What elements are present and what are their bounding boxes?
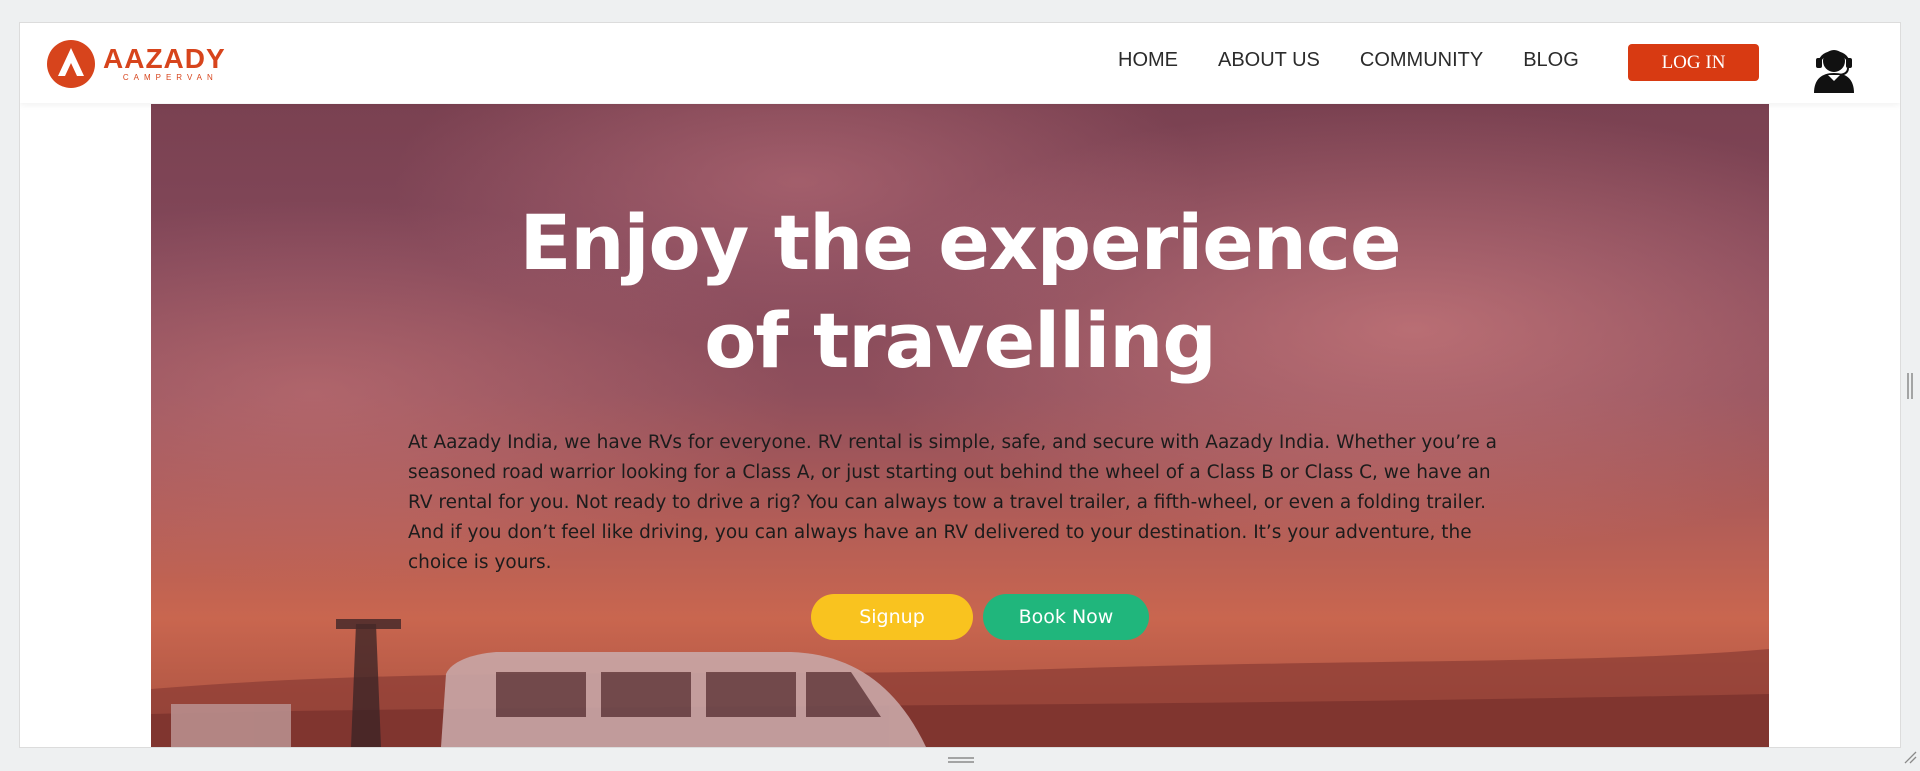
- nav-home-link[interactable]: HOME: [1118, 49, 1178, 72]
- book-now-button[interactable]: Book Now: [983, 594, 1149, 640]
- nav-blog-link[interactable]: BLOG: [1523, 49, 1579, 72]
- hero-banner: Enjoy the experience of travelling At Aa…: [151, 104, 1769, 747]
- signup-button[interactable]: Signup: [811, 594, 973, 640]
- hero-title-line-1: Enjoy the experience: [519, 198, 1401, 287]
- brand-logo[interactable]: AAZADY CAMPERVAN: [46, 38, 226, 90]
- browser-viewport: AAZADY CAMPERVAN HOME ABOUT US COMMUNITY…: [19, 22, 1901, 748]
- hero-title-line-2: of travelling: [704, 296, 1217, 385]
- nav-about-link[interactable]: ABOUT US: [1218, 49, 1320, 72]
- nav-community-link[interactable]: COMMUNITY: [1360, 49, 1483, 72]
- hero-description: At Aazady India, we have RVs for everyon…: [408, 432, 1497, 573]
- headset-user-icon[interactable]: [1810, 41, 1858, 93]
- login-button[interactable]: LOG IN: [1628, 44, 1759, 81]
- brand-name: AAZADY: [103, 43, 226, 74]
- corner-resize-grip-icon[interactable]: [1903, 750, 1917, 764]
- main-nav: HOME ABOUT US COMMUNITY BLOG: [1118, 49, 1619, 72]
- brand-tagline: CAMPERVAN: [122, 73, 218, 82]
- navbar: AAZADY CAMPERVAN HOME ABOUT US COMMUNITY…: [20, 23, 1900, 103]
- campervan-logo-icon: [47, 40, 95, 88]
- hero-title: Enjoy the experience of travelling: [151, 194, 1769, 390]
- horizontal-resize-handle-icon[interactable]: [948, 756, 974, 764]
- vertical-resize-handle-icon[interactable]: [1906, 373, 1914, 399]
